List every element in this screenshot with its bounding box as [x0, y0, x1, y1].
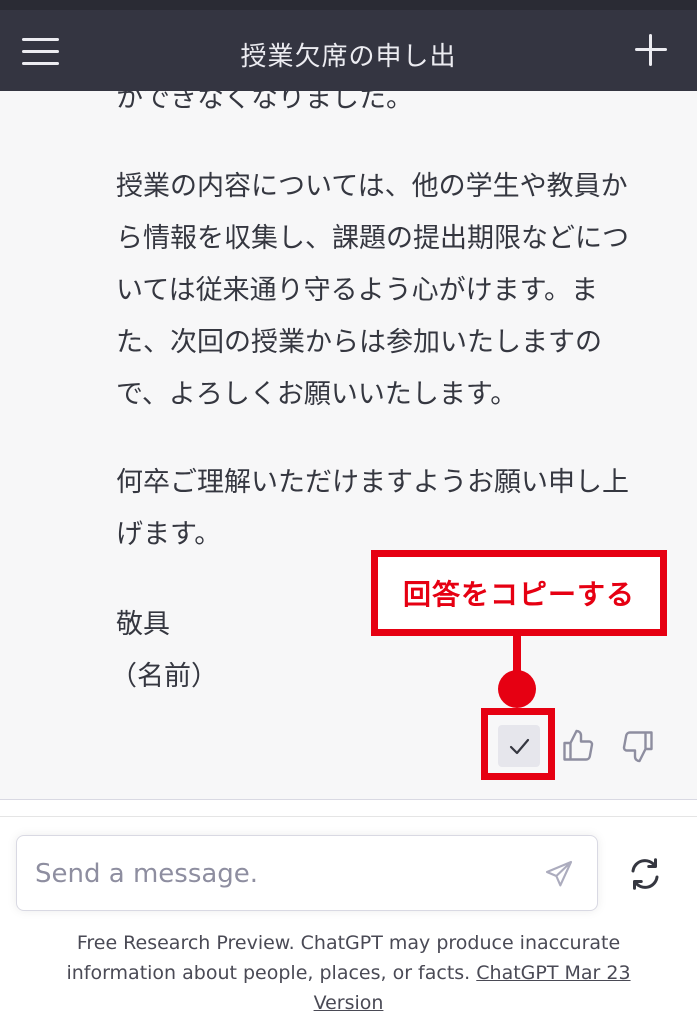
- message-line: 授業の内容については、他の学生や教員か: [116, 171, 628, 202]
- regenerate-button[interactable]: [626, 856, 664, 892]
- divider: [0, 816, 697, 817]
- message-line: ら情報を収集し、課題の提出期限などにつ: [116, 223, 629, 254]
- top-bar: 授業欠席の申し出: [0, 0, 697, 91]
- composer: [16, 835, 598, 911]
- message-line: た、次回の授業からは参加いたしますの: [116, 327, 602, 358]
- message-paragraph: 授業の内容については、他の学生や教員か ら情報を収集し、課題の提出期限などにつ …: [116, 161, 656, 421]
- new-chat-button[interactable]: [633, 30, 669, 70]
- annotation-dot: [498, 670, 536, 708]
- thumbs-down-icon: [622, 731, 653, 763]
- refresh-icon: [631, 858, 659, 890]
- menu-button[interactable]: [20, 32, 62, 72]
- chat-app: 授業欠席の申し出 かできなくなりました。 授業の内容については、他の学生や教員か…: [0, 0, 697, 1024]
- signature-text: （名前）: [110, 661, 218, 692]
- hamburger-menu-icon: [22, 38, 59, 41]
- assistant-message: かできなくなりました。 授業の内容については、他の学生や教員か ら情報を収集し、…: [0, 91, 697, 800]
- message-line: で、よろしくお願いいたします。: [116, 379, 518, 410]
- message-line: いては従来通り守るよう心がけます。ま: [116, 275, 598, 306]
- send-button[interactable]: [543, 858, 575, 890]
- page-title: 授業欠席の申し出: [240, 42, 457, 72]
- message-line: かできなくなりました。: [116, 91, 413, 114]
- annotation-callout: 回答をコピーする: [371, 550, 667, 636]
- paper-plane-icon: [545, 860, 573, 887]
- annotation-label: 回答をコピーする: [402, 578, 635, 611]
- message-line: 何卒ご理解いただけますようお願い申し上: [116, 467, 629, 498]
- thumbs-up-icon: [563, 729, 594, 761]
- message-paragraph: 何卒ご理解いただけますようお願い申し上 げます。: [116, 457, 656, 561]
- thumbs-down-button[interactable]: [620, 728, 656, 764]
- thumbs-up-button[interactable]: [560, 728, 596, 764]
- footer-disclaimer: Free Research Preview. ChatGPT may produ…: [30, 928, 667, 1018]
- message-input[interactable]: [33, 852, 537, 896]
- annotation-highlight-frame: [481, 708, 555, 780]
